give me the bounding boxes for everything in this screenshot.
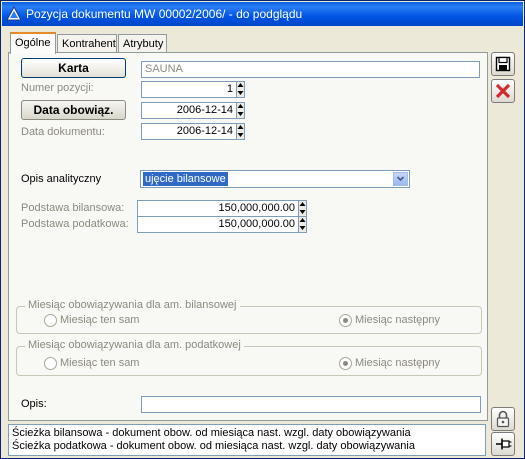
tab-label: Ogólne [15, 37, 51, 49]
numer-pozycji-field[interactable]: 1 [141, 81, 237, 98]
status-line-podatkowa: Ścieżka podatkowa - dokument obow. od mi… [12, 440, 415, 452]
data-obowiazywania-button[interactable]: Data obowiąz. [21, 100, 126, 120]
window-title: Pozycja dokumentu MW 00002/2006/ - do po… [26, 7, 303, 21]
podstawa-bilansowa-label: Podstawa bilansowa: [21, 202, 125, 214]
spin-down-icon[interactable] [237, 90, 244, 97]
data-obowiazywania-button-label: Data obowiąz. [33, 103, 114, 117]
podstawa-bilansowa-spinner[interactable] [298, 200, 307, 217]
data-dokumentu-spinner[interactable] [236, 123, 245, 140]
tab-kontrahent[interactable]: Kontrahent [57, 34, 117, 54]
close-button[interactable] [491, 79, 515, 103]
tab-label: Atrybuty [123, 38, 164, 50]
radio-bil-nastepny-label: Miesiąc następny [355, 314, 440, 326]
spin-down-icon[interactable] [237, 132, 244, 139]
close-red-x-icon [495, 83, 511, 102]
podstawa-bilansowa-field[interactable]: 150,000,000.00 [137, 200, 299, 217]
numer-pozycji-label: Numer pozycji: [21, 82, 94, 94]
karta-field[interactable]: SAUNA [141, 61, 480, 78]
spin-up-icon[interactable] [237, 124, 244, 131]
tab-ogolne[interactable]: Ogólne [10, 32, 56, 54]
data-dokumentu-label: Data dokumentu: [21, 126, 105, 138]
opis-analityczny-selected: ujęcie bilansowe [143, 172, 228, 186]
radio-pod-ten-sam-label: Miesiąc ten sam [60, 357, 140, 369]
opis-analityczny-label: Opis analityczny [21, 173, 102, 185]
data-obowiazywania-field[interactable]: 2006-12-14 [141, 102, 237, 119]
spin-up-icon[interactable] [237, 103, 244, 110]
radio-bil-nastepny[interactable] [339, 314, 352, 327]
numer-pozycji-spinner[interactable] [236, 81, 245, 98]
tab-label: Kontrahent [62, 38, 116, 50]
podstawa-podatkowa-spinner[interactable] [298, 216, 307, 233]
opis-label: Opis: [21, 398, 47, 410]
spin-up-icon[interactable] [299, 217, 306, 224]
radio-pod-ten-sam[interactable] [44, 357, 57, 370]
status-info-box: Ścieżka bilansowa - dokument obow. od mi… [8, 424, 486, 456]
podstawa-podatkowa-field[interactable]: 150,000,000.00 [137, 216, 299, 233]
radio-pod-nastepny[interactable] [339, 357, 352, 370]
save-icon [495, 56, 511, 75]
spin-down-icon[interactable] [237, 111, 244, 118]
spin-down-icon[interactable] [299, 225, 306, 232]
dialog-window: Pozycja dokumentu MW 00002/2006/ - do po… [0, 0, 525, 459]
spin-up-icon[interactable] [299, 201, 306, 208]
title-bar: Pozycja dokumentu MW 00002/2006/ - do po… [2, 2, 523, 26]
pin-button[interactable] [491, 432, 515, 456]
group-podatkowa-title: Miesiąc obowiązywania dla am. podatkowej [25, 339, 244, 351]
karta-button[interactable]: Karta [21, 58, 126, 78]
data-dokumentu-field[interactable]: 2006-12-14 [141, 123, 237, 140]
save-button[interactable] [491, 52, 515, 76]
chevron-down-icon[interactable] [393, 172, 408, 186]
pin-icon [495, 437, 513, 454]
data-obowiazywania-spinner[interactable] [236, 102, 245, 119]
group-bilansowa-title: Miesiąc obowiązywania dla am. bilansowej [25, 299, 240, 311]
status-line-bilansowa: Ścieżka bilansowa - dokument obow. od mi… [12, 427, 411, 439]
radio-bil-ten-sam[interactable] [44, 314, 57, 327]
opis-analityczny-select[interactable]: ujęcie bilansowe [140, 170, 410, 188]
tab-atrybuty[interactable]: Atrybuty [118, 34, 167, 54]
radio-pod-nastepny-label: Miesiąc następny [355, 357, 440, 369]
spin-down-icon[interactable] [299, 209, 306, 216]
radio-bil-ten-sam-label: Miesiąc ten sam [60, 314, 140, 326]
spin-up-icon[interactable] [237, 82, 244, 89]
lock-button[interactable] [491, 407, 515, 431]
app-triangle-icon [6, 5, 22, 22]
podstawa-podatkowa-label: Podstawa podatkowa: [21, 218, 129, 230]
lock-icon [496, 410, 510, 431]
opis-field[interactable] [141, 396, 481, 413]
karta-button-label: Karta [58, 61, 89, 75]
